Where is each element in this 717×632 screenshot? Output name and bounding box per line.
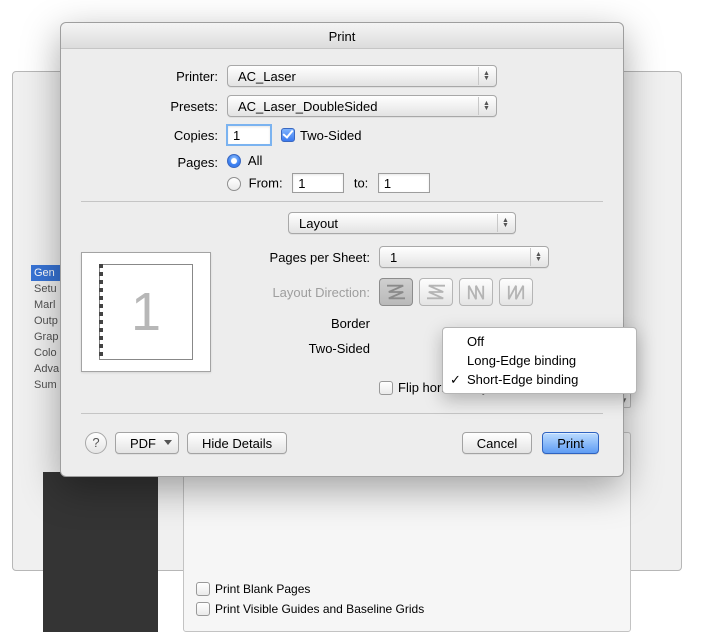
pages-from-label: From: [249,176,283,191]
menu-item-long-edge[interactable]: Long-Edge binding [443,351,636,370]
updown-arrows-icon: ▲▼ [497,214,513,232]
layout-preview: 1 [81,252,211,372]
layout-direction-label: Layout Direction: [229,285,379,300]
layout-direction-group [379,278,533,306]
pages-all-label: All [248,153,262,168]
checkmark-icon: ✓ [450,372,461,388]
hide-details-button[interactable]: Hide Details [187,432,287,454]
two-sided-label: Two-Sided [300,128,361,143]
pages-from-input[interactable] [292,173,344,193]
cancel-button[interactable]: Cancel [462,432,532,454]
two-sided-menu: Off Long-Edge binding ✓ Short-Edge bindi… [442,327,637,394]
dropdown-arrow-icon [164,440,172,445]
copies-input[interactable] [227,125,271,145]
updown-arrows-icon: ▲▼ [478,97,494,115]
pages-per-sheet-label: Pages per Sheet: [229,250,379,265]
layout-dir-n2-icon[interactable] [499,278,533,306]
updown-arrows-icon: ▲▼ [478,67,494,85]
checkbox-icon[interactable] [196,602,210,616]
menu-item-off[interactable]: Off [443,332,636,351]
layout-dir-s-icon[interactable] [419,278,453,306]
page-thumbnail [43,472,158,632]
pages-from-radio[interactable] [227,177,241,191]
two-sided-checkbox[interactable] [281,128,295,142]
presets-select[interactable]: AC_Laser_DoubleSided ▲▼ [227,95,497,117]
print-button[interactable]: Print [542,432,599,454]
pdf-menu-button[interactable]: PDF [115,432,179,454]
dialog-title: Print [61,23,623,49]
preview-page: 1 [99,264,193,360]
updown-arrows-icon: ▲▼ [530,248,546,266]
print-dialog: Print Printer: AC_Laser ▲▼ Presets: AC_L… [60,22,624,477]
option-print-guides[interactable]: Print Visible Guides and Baseline Grids [196,602,424,616]
section-select[interactable]: Layout ▲▼ [288,212,516,234]
help-button[interactable]: ? [85,432,107,454]
menu-item-short-edge[interactable]: ✓ Short-Edge binding [443,370,636,389]
layout-dir-z-icon[interactable] [379,278,413,306]
copies-label: Copies: [81,128,227,143]
separator [81,201,603,202]
two-sided-select-label: Two-Sided [229,341,379,356]
layout-dir-n-icon[interactable] [459,278,493,306]
presets-label: Presets: [81,99,227,114]
checkbox-icon[interactable] [196,582,210,596]
border-label: Border [229,316,379,331]
pages-all-radio[interactable] [227,154,241,168]
pages-to-label: to: [354,176,368,191]
pages-label: Pages: [81,153,227,170]
flip-horizontally-checkbox[interactable] [379,381,393,395]
printer-label: Printer: [81,69,227,84]
pages-per-sheet-select[interactable]: 1 ▲▼ [379,246,549,268]
separator [81,413,603,414]
printer-select[interactable]: AC_Laser ▲▼ [227,65,497,87]
pages-to-input[interactable] [378,173,430,193]
option-print-blank[interactable]: Print Blank Pages [196,582,310,596]
